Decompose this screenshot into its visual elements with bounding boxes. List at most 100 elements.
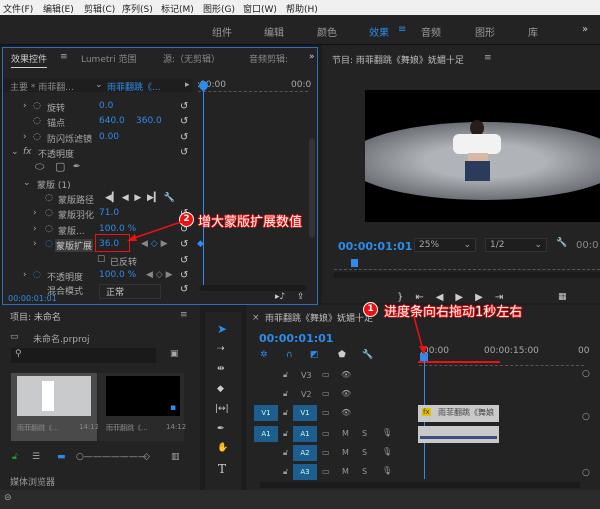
tab-audio-clip-mixer[interactable]: 音频剪辑: — [249, 52, 288, 65]
eye-icon[interactable]: 👁︎ — [341, 389, 351, 398]
automate-icon[interactable]: ▥ — [171, 452, 180, 462]
mute-button[interactable]: M — [342, 467, 349, 476]
solo-button[interactable]: S — [362, 448, 367, 457]
list-view-icon[interactable]: ☰ — [32, 452, 40, 462]
inverted-checkbox[interactable]: ☐ — [97, 255, 105, 265]
lock-icon[interactable]: 🔓︎ — [283, 389, 288, 399]
menu-help[interactable]: 帮助(H) — [286, 2, 318, 15]
track-a1[interactable]: A1 — [293, 426, 317, 442]
lock-icon[interactable]: 🔓︎ — [283, 408, 288, 418]
hand-tool-icon[interactable]: ✋ — [217, 443, 228, 453]
lock-icon[interactable]: 🔓︎ — [283, 448, 288, 458]
reset-icon[interactable]: ↺ — [180, 132, 188, 143]
menu-graphics[interactable]: 图形(G) — [203, 2, 235, 15]
menu-clip[interactable]: 剪辑(C) — [84, 2, 115, 15]
slip-tool-icon[interactable]: |↔| — [215, 404, 229, 414]
source-a1[interactable]: A1 — [254, 426, 278, 442]
zoom-scrollbar[interactable] — [199, 285, 307, 291]
program-scrollbar[interactable] — [334, 272, 600, 278]
workspace-editing[interactable]: 编辑 — [264, 24, 284, 39]
track-v3[interactable]: V3 — [301, 371, 312, 380]
more-workspaces-button[interactable]: » — [582, 24, 588, 35]
opacity-section[interactable]: ⌄ fx 不透明度 ↺ — [3, 145, 193, 160]
tab-effect-controls[interactable]: 效果控件 — [11, 52, 48, 68]
stopwatch-icon[interactable]: ◌ — [33, 116, 41, 126]
sync-lock-icon[interactable]: ▭ — [322, 408, 330, 417]
playhead[interactable] — [351, 259, 358, 267]
stopwatch-icon[interactable]: ◌ — [45, 239, 53, 249]
rotation-value[interactable]: 0.0 — [99, 101, 113, 111]
scroll-handle[interactable]: ○ — [582, 412, 590, 422]
solo-button[interactable]: S — [362, 429, 367, 438]
stopwatch-icon[interactable]: ◌ — [45, 208, 53, 218]
timeline-scrollbar[interactable] — [260, 482, 580, 488]
play-icon[interactable]: ▸ — [185, 80, 190, 90]
linked-selection-icon[interactable]: ◩ — [310, 350, 319, 360]
add-marker-icon[interactable]: ⬟ — [338, 350, 346, 360]
program-timecode[interactable]: 00:00:01:01 — [338, 240, 412, 253]
audio-clip[interactable] — [418, 426, 499, 443]
lock-icon[interactable]: 🔓︎ — [283, 467, 288, 477]
workspace-effects[interactable]: 效果 — [369, 24, 389, 39]
scrollbar[interactable] — [309, 138, 315, 238]
menu-edit[interactable]: 编辑(E) — [43, 2, 74, 15]
reset-icon[interactable]: ↺ — [180, 116, 188, 127]
source-v1[interactable]: V1 — [254, 405, 278, 421]
workspace-libraries[interactable]: 库 — [528, 24, 538, 39]
stopwatch-icon[interactable]: ◌ — [33, 101, 41, 111]
reset-icon[interactable]: ↺ — [180, 255, 188, 266]
sort-icon[interactable]: ◇ — [143, 452, 150, 462]
eye-icon[interactable]: 👁︎ — [341, 370, 351, 379]
tab-lumetri-scopes[interactable]: Lumetri 范围 — [81, 52, 136, 65]
lock-icon[interactable]: 🔓︎ — [12, 452, 18, 462]
master-clip-label[interactable]: 主要 * 雨菲翻... — [10, 80, 74, 93]
track-a2[interactable]: A2 — [293, 445, 317, 461]
reset-icon[interactable]: ↺ — [180, 270, 188, 281]
keyframe-nav[interactable]: ◀ ◇ ▶ — [146, 270, 173, 280]
mute-button[interactable]: M — [342, 429, 349, 438]
hamburger-icon[interactable]: ≡ — [398, 24, 406, 35]
nest-icon[interactable]: ✲ — [260, 350, 268, 360]
menu-sequence[interactable]: 序列(S) — [122, 2, 153, 15]
anchor-x-value[interactable]: 640.0 — [99, 116, 125, 126]
eye-icon[interactable]: 👁︎ — [341, 408, 351, 417]
sync-lock-icon[interactable]: ▭ — [322, 389, 330, 398]
track-v1[interactable]: V1 — [293, 405, 317, 421]
more-tabs-button[interactable]: » — [309, 52, 315, 62]
wrench-icon[interactable]: 🔧 — [556, 238, 567, 248]
workspace-graphics[interactable]: 图形 — [475, 24, 495, 39]
reset-icon[interactable]: ↺ — [180, 284, 188, 295]
zoom-select[interactable]: 25% ⌄ — [414, 238, 476, 252]
workspace-audio[interactable]: 音频 — [421, 24, 441, 39]
scroll-handle[interactable]: ○ — [582, 369, 590, 379]
sync-lock-icon[interactable]: ▭ — [322, 370, 330, 379]
stopwatch-icon[interactable]: ◌ — [33, 270, 41, 280]
hamburger-icon[interactable]: ≡ — [60, 52, 68, 62]
close-icon[interactable]: × — [252, 313, 260, 323]
lock-icon[interactable]: 🔓︎ — [283, 429, 288, 439]
video-clip[interactable]: fx 雨菲翻跳《舞娘 — [418, 405, 499, 422]
selection-tool-icon[interactable]: ➤ — [217, 322, 227, 336]
pen-mask-icon[interactable]: ✒ — [73, 162, 81, 172]
timeline-timecode[interactable]: 00:00:01:01 — [259, 332, 333, 345]
anchor-y-value[interactable]: 360.0 — [136, 116, 162, 126]
snap-icon[interactable]: ∩ — [286, 350, 293, 360]
workspace-color[interactable]: 颜色 — [317, 24, 337, 39]
opacity-value[interactable]: 100.0 % — [99, 270, 136, 280]
chevron-down-icon[interactable]: ⌄ — [95, 80, 103, 90]
rectangle-mask-icon[interactable]: ▢ — [55, 160, 65, 173]
reset-icon[interactable]: ↺ — [180, 101, 188, 112]
pen-tool-icon[interactable]: ✒ — [217, 424, 225, 434]
play-audio-icon[interactable]: ▸♪ — [275, 292, 285, 302]
menu-file[interactable]: 文件(F) — [3, 2, 33, 15]
track-a3[interactable]: A3 — [293, 464, 317, 480]
export-icon[interactable]: ⇪ — [297, 292, 305, 302]
hamburger-icon[interactable]: ≡ — [180, 310, 188, 320]
project-item[interactable]: 雨菲翻跳《... 14:12 — [11, 373, 99, 441]
antiflicker-value[interactable]: 0.00 — [99, 132, 119, 142]
hamburger-icon[interactable]: ≡ — [484, 53, 492, 63]
wrench-icon[interactable]: 🔧 — [362, 350, 373, 360]
track-select-tool-icon[interactable]: ⇢ — [217, 344, 225, 354]
ellipse-mask-icon[interactable]: ⬭ — [35, 160, 44, 174]
mic-icon[interactable]: 🎙︎ — [382, 428, 392, 437]
